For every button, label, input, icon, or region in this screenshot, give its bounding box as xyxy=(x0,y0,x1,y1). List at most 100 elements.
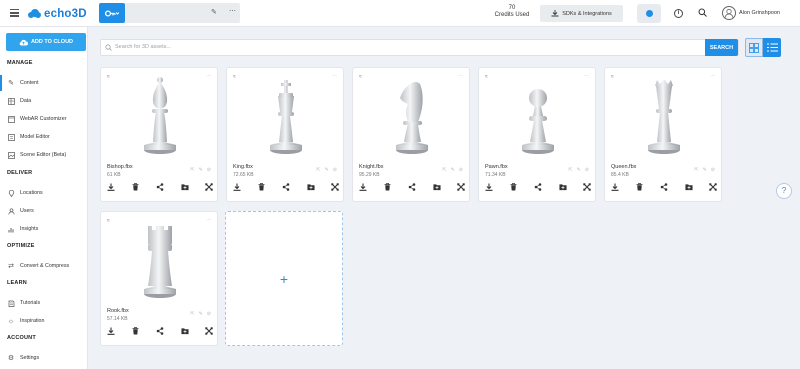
menu-icon[interactable] xyxy=(10,9,19,17)
add-to-folder-icon[interactable] xyxy=(558,183,567,191)
transform-icon[interactable] xyxy=(583,183,591,191)
avatar[interactable] xyxy=(722,6,736,20)
asset-card[interactable]: ≈ ⋯ Rook.fbx 57.14 KB ⇱ ✎ ⊘ xyxy=(100,211,218,346)
more-icon[interactable]: ⋯ xyxy=(206,217,211,223)
link-icon[interactable]: ⊘ xyxy=(207,311,211,317)
transform-icon[interactable] xyxy=(205,183,213,191)
expand-icon[interactable]: ⇱ xyxy=(442,167,446,173)
delete-icon[interactable] xyxy=(258,183,266,191)
edit-icon[interactable]: ✎ xyxy=(199,311,203,317)
sidebar-item-convert-compress[interactable]: ⇄ Convert & Compress xyxy=(0,258,88,274)
list-view-button[interactable] xyxy=(763,38,781,57)
help-icon[interactable]: ? xyxy=(776,183,792,199)
add-to-folder-icon[interactable] xyxy=(306,183,315,191)
link-icon[interactable]: ⊘ xyxy=(333,167,337,173)
download-icon[interactable] xyxy=(359,183,367,191)
notification-button[interactable] xyxy=(637,4,661,23)
asset-card[interactable]: ≈ ⋯ King.fbx 72.65 KB ⇱ ✎ ⊘ xyxy=(226,67,344,202)
expand-icon[interactable]: ⇱ xyxy=(190,167,194,173)
transform-icon[interactable] xyxy=(331,183,339,191)
download-icon[interactable] xyxy=(233,183,241,191)
share-icon[interactable] xyxy=(156,183,164,191)
more-icon[interactable]: ⋯ xyxy=(332,73,337,79)
edit-icon[interactable]: ✎ xyxy=(325,167,329,173)
king-thumbnail[interactable] xyxy=(252,72,320,158)
grid-view-button[interactable] xyxy=(745,38,763,57)
link-icon[interactable]: ⊘ xyxy=(585,167,589,173)
add-to-folder-icon[interactable] xyxy=(684,183,693,191)
share-icon[interactable] xyxy=(156,327,164,335)
pawn-thumbnail[interactable] xyxy=(504,72,572,158)
add-to-folder-icon[interactable] xyxy=(180,327,189,335)
bishop-thumbnail[interactable] xyxy=(126,72,194,158)
expand-icon[interactable]: ⇱ xyxy=(568,167,572,173)
download-icon[interactable] xyxy=(611,183,619,191)
username[interactable]: Alon Grinshpoon xyxy=(739,10,780,16)
download-icon[interactable] xyxy=(107,183,115,191)
sidebar-item-data[interactable]: Data xyxy=(0,93,88,109)
share-icon[interactable] xyxy=(660,183,668,191)
transform-icon[interactable] xyxy=(709,183,717,191)
project-name-field[interactable]: ✎ ⋯ xyxy=(125,3,240,23)
sidebar-item-settings[interactable]: ⚙ Settings xyxy=(0,350,88,366)
asset-card[interactable]: ≈ ⋯ Bishop.fbx 61 KB ⇱ ✎ ⊘ xyxy=(100,67,218,202)
more-icon[interactable]: ⋯ xyxy=(206,73,211,79)
edit-icon[interactable]: ✎ xyxy=(577,167,581,173)
share-icon[interactable] xyxy=(408,183,416,191)
sidebar-item-model-editor[interactable]: Model Editor xyxy=(0,129,88,145)
edit-icon[interactable]: ✎ xyxy=(199,167,203,173)
delete-icon[interactable] xyxy=(132,183,140,191)
edit-icon[interactable]: ✎ xyxy=(703,167,707,173)
search-icon[interactable] xyxy=(698,8,707,17)
delete-icon[interactable] xyxy=(384,183,392,191)
sidebar-item-tutorials[interactable]: Tutorials xyxy=(0,295,88,311)
sidebar-item-scene-editor[interactable]: Scene Editor (Beta) xyxy=(0,147,88,163)
edit-icon[interactable]: ✎ xyxy=(451,167,455,173)
search-input[interactable]: Search for 3D assets... xyxy=(115,44,171,50)
more-icon[interactable]: ⋯ xyxy=(229,7,236,15)
more-icon[interactable]: ⋯ xyxy=(458,73,463,79)
sidebar-item-locations[interactable]: Locations xyxy=(0,185,88,201)
knight-thumbnail[interactable] xyxy=(378,72,446,158)
link-icon[interactable]: ⊘ xyxy=(711,167,715,173)
share-icon[interactable] xyxy=(534,183,542,191)
sidebar-item-insights[interactable]: Insights xyxy=(0,221,88,237)
users-icon xyxy=(7,207,15,215)
delete-icon[interactable] xyxy=(132,327,140,335)
add-asset-card[interactable]: + xyxy=(225,211,343,346)
asset-size: 61 KB xyxy=(107,172,121,178)
rook-thumbnail[interactable] xyxy=(126,216,194,302)
sidebar-item-inspiration[interactable]: ☼ Inspiration xyxy=(0,313,88,329)
delete-icon[interactable] xyxy=(510,183,518,191)
sdk-integrations-button[interactable]: SDKs & Integrations xyxy=(540,5,623,22)
info-icon[interactable]: i xyxy=(674,9,683,18)
download-icon[interactable] xyxy=(485,183,493,191)
queen-thumbnail[interactable] xyxy=(630,72,698,158)
edit-icon[interactable]: ✎ xyxy=(211,8,217,16)
settings-icon: ⚙ xyxy=(7,355,15,362)
transform-icon[interactable] xyxy=(205,327,213,335)
logo[interactable]: echo3D xyxy=(28,7,87,20)
transform-icon[interactable] xyxy=(457,183,465,191)
add-to-folder-icon[interactable] xyxy=(180,183,189,191)
expand-icon[interactable]: ⇱ xyxy=(316,167,320,173)
expand-icon[interactable]: ⇱ xyxy=(694,167,698,173)
search-button[interactable]: SEARCH xyxy=(705,39,738,56)
more-icon[interactable]: ⋯ xyxy=(710,73,715,79)
asset-card[interactable]: ≈ ⋯ Knight.fbx 95.29 KB ⇱ ✎ ⊘ xyxy=(352,67,470,202)
project-key-button[interactable] xyxy=(99,3,125,23)
expand-icon[interactable]: ⇱ xyxy=(190,311,194,317)
sidebar-item-webar-customizer[interactable]: WebAR Customizer xyxy=(0,111,88,127)
delete-icon[interactable] xyxy=(636,183,644,191)
add-to-folder-icon[interactable] xyxy=(432,183,441,191)
share-icon[interactable] xyxy=(282,183,290,191)
link-icon[interactable]: ⊘ xyxy=(459,167,463,173)
download-icon[interactable] xyxy=(107,327,115,335)
more-icon[interactable]: ⋯ xyxy=(584,73,589,79)
asset-card[interactable]: ≈ ⋯ Pawn.fbx 71.34 KB ⇱ ✎ ⊘ xyxy=(478,67,596,202)
sidebar-item-users[interactable]: Users xyxy=(0,203,88,219)
asset-card[interactable]: ≈ ⋯ Queen.fbx 85.4 KB ⇱ ✎ ⊘ xyxy=(604,67,722,202)
add-to-cloud-button[interactable]: ADD TO CLOUD xyxy=(6,33,86,51)
link-icon[interactable]: ⊘ xyxy=(207,167,211,173)
sidebar-item-content[interactable]: ✎ Content xyxy=(0,75,88,91)
